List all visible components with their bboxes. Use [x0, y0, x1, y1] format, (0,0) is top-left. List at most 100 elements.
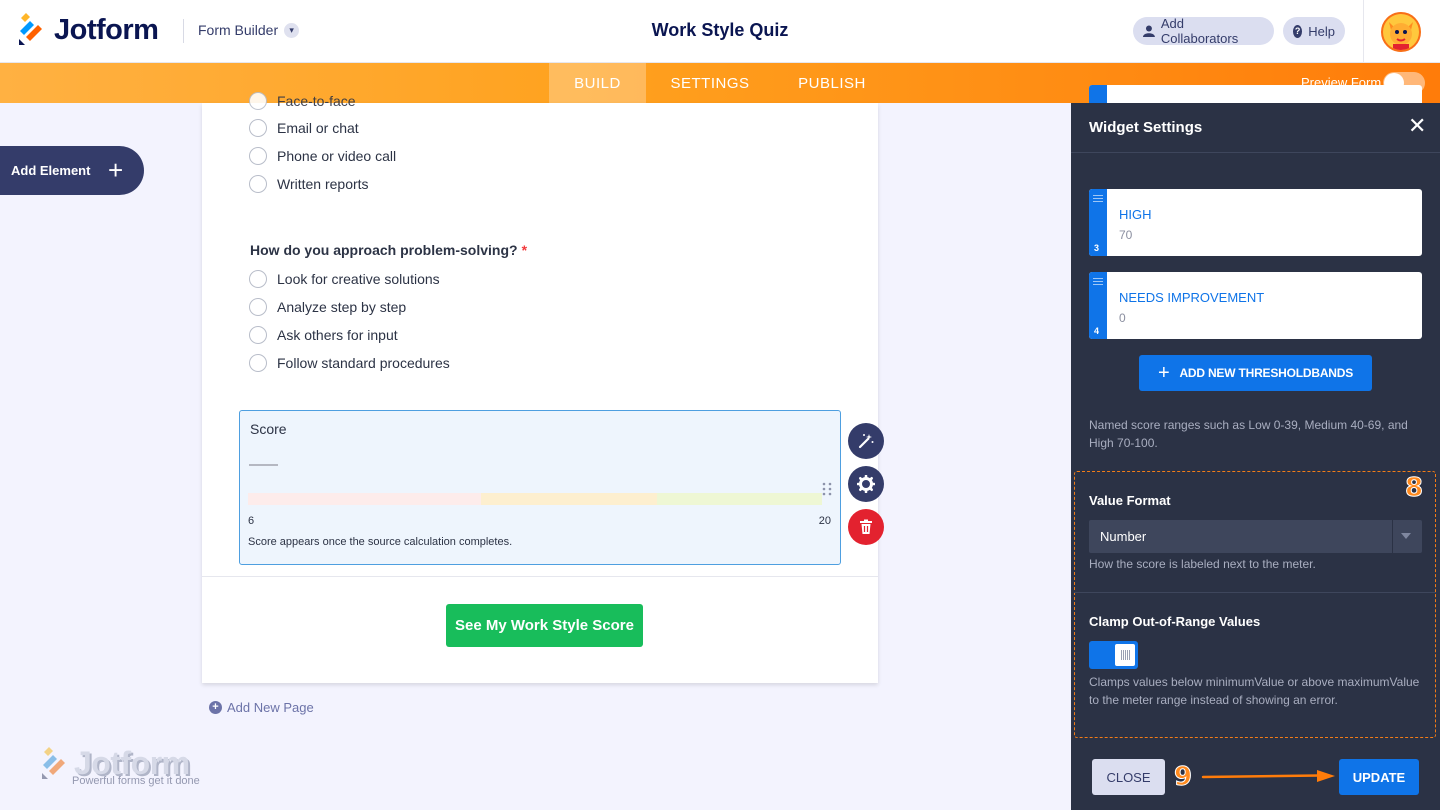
band-number: 3: [1094, 243, 1100, 253]
help-button[interactable]: ? Help: [1283, 17, 1345, 45]
band-name: HIGH: [1119, 207, 1152, 222]
value-format-select[interactable]: Number: [1089, 520, 1422, 553]
radio-button[interactable]: [249, 175, 267, 193]
gear-icon: [857, 475, 875, 493]
tab-build[interactable]: BUILD: [549, 63, 646, 103]
threshold-band[interactable]: 4 NEEDS IMPROVEMENT 0: [1089, 272, 1422, 339]
user-icon: [1143, 25, 1155, 37]
radio-option-label: Analyze step by step: [277, 299, 407, 315]
header-divider: [183, 19, 184, 43]
clamp-label: Clamp Out-of-Range Values: [1089, 614, 1261, 629]
radio-option-label: Look for creative solutions: [277, 271, 440, 287]
radio-button[interactable]: [249, 147, 267, 165]
header-divider-right: [1363, 0, 1364, 63]
score-max: 20: [818, 515, 831, 527]
radio-option[interactable]: Follow standard procedures: [249, 354, 450, 372]
radio-button[interactable]: [249, 326, 267, 344]
radio-option-label: Email or chat: [277, 120, 359, 136]
brand-name: Jotform: [54, 13, 159, 46]
tab-settings[interactable]: SETTINGS: [646, 63, 774, 103]
jotform-logo-icon: [19, 13, 42, 45]
radio-option[interactable]: Face-to-face: [249, 92, 356, 110]
question-text: How do you approach problem-solving?: [250, 242, 518, 258]
radio-option[interactable]: Email or chat: [249, 119, 359, 137]
submit-button[interactable]: See My Work Style Score: [446, 604, 643, 647]
meter-band-low: [248, 493, 481, 505]
radio-button[interactable]: [249, 119, 267, 137]
radio-button[interactable]: [249, 92, 267, 110]
update-button[interactable]: UPDATE: [1339, 759, 1419, 795]
meter-band-medium: [481, 493, 657, 505]
add-collaborators-button[interactable]: Add Collaborators: [1133, 16, 1274, 46]
divider: [1074, 592, 1436, 593]
band-handle[interactable]: 3: [1089, 189, 1107, 256]
radio-option-label: Ask others for input: [277, 327, 398, 343]
bands-help-text: Named score ranges such as Low 0-39, Med…: [1089, 418, 1408, 450]
help-label: Help: [1308, 23, 1335, 39]
drag-handle-icon[interactable]: [822, 482, 832, 496]
clamp-help: Clamps values below minimumValue or abov…: [1089, 675, 1420, 707]
add-element-label: Add Element: [11, 163, 91, 178]
band-name: NEEDS IMPROVEMENT: [1119, 290, 1265, 305]
radio-option-label: Follow standard procedures: [277, 355, 450, 371]
top-header: Jotform Form Builder ▾ Work Style Quiz A…: [0, 0, 1440, 63]
score-min: 6: [248, 515, 255, 527]
score-widget[interactable]: Score 6 20 Score appears once the source…: [239, 410, 841, 565]
radio-button[interactable]: [249, 270, 267, 288]
chevron-down-icon: [1401, 533, 1411, 539]
score-meter: [248, 493, 822, 505]
add-new-page-link[interactable]: + Add New Page: [209, 700, 314, 715]
watermark-tagline: Powerful forms get it done: [72, 775, 200, 787]
chevron-down-icon: ▾: [284, 22, 300, 38]
add-bands-label: ADD NEW THRESHOLDBANDS: [1179, 366, 1354, 380]
question-icon: ?: [1293, 24, 1303, 38]
close-icon[interactable]: ✕: [1408, 115, 1426, 137]
band-handle[interactable]: 4: [1089, 272, 1107, 339]
band-value: 70: [1119, 228, 1133, 242]
arrow-right-icon: [1201, 770, 1335, 782]
step-badge: 8: [1404, 473, 1424, 504]
wand-button[interactable]: [848, 423, 884, 459]
drag-lines-icon: [1093, 278, 1103, 287]
delete-button[interactable]: [848, 509, 884, 545]
value-format-help: How the score is labeled next to the met…: [1089, 557, 1316, 571]
tab-publish[interactable]: PUBLISH: [774, 63, 890, 103]
magic-wand-icon: [858, 434, 874, 449]
meter-band-high: [657, 493, 822, 505]
plus-icon: +: [108, 155, 124, 185]
value-format-label: Value Format: [1089, 493, 1171, 508]
band-value: 0: [1119, 311, 1126, 325]
close-button[interactable]: CLOSE: [1092, 759, 1165, 795]
radio-button[interactable]: [249, 354, 267, 372]
gear-button[interactable]: [848, 466, 884, 502]
question-label: How do you approach problem-solving? *: [250, 242, 527, 258]
add-threshold-bands-button[interactable]: + ADD NEW THRESHOLDBANDS: [1139, 355, 1372, 391]
form-builder-menu[interactable]: Form Builder ▾: [198, 22, 300, 38]
radio-button[interactable]: [249, 298, 267, 316]
avatar[interactable]: [1381, 12, 1421, 52]
panel-title: Widget Settings: [1089, 119, 1203, 136]
radio-option[interactable]: Ask others for input: [249, 326, 398, 344]
add-collaborators-label: Add Collaborators: [1160, 16, 1239, 46]
radio-option[interactable]: Written reports: [249, 175, 369, 193]
jotform-logo[interactable]: Jotform: [17, 13, 159, 47]
radio-option[interactable]: Analyze step by step: [249, 298, 406, 316]
required-mark: *: [521, 242, 528, 258]
radio-option[interactable]: Look for creative solutions: [249, 270, 440, 288]
panel-header: Widget Settings ✕: [1071, 103, 1440, 153]
radio-option-label: Phone or video call: [277, 148, 397, 164]
cat-avatar-icon: [1383, 14, 1419, 50]
plus-icon: +: [1157, 362, 1170, 384]
radio-option[interactable]: Phone or video call: [249, 147, 396, 165]
clamp-toggle[interactable]: [1089, 641, 1138, 669]
add-new-page-label: Add New Page: [227, 700, 314, 715]
score-placeholder-dash: [249, 464, 278, 466]
add-element-button[interactable]: Add Element +: [0, 146, 144, 195]
form-builder-label: Form Builder: [198, 22, 279, 38]
score-note: Score appears once the source calculatio…: [248, 536, 513, 548]
threshold-band[interactable]: 3 HIGH 70: [1089, 189, 1422, 256]
select-divider: [1392, 520, 1393, 553]
score-title: Score: [250, 421, 287, 437]
radio-option-label: Face-to-face: [277, 93, 356, 109]
toggle-knob: [1115, 644, 1135, 666]
